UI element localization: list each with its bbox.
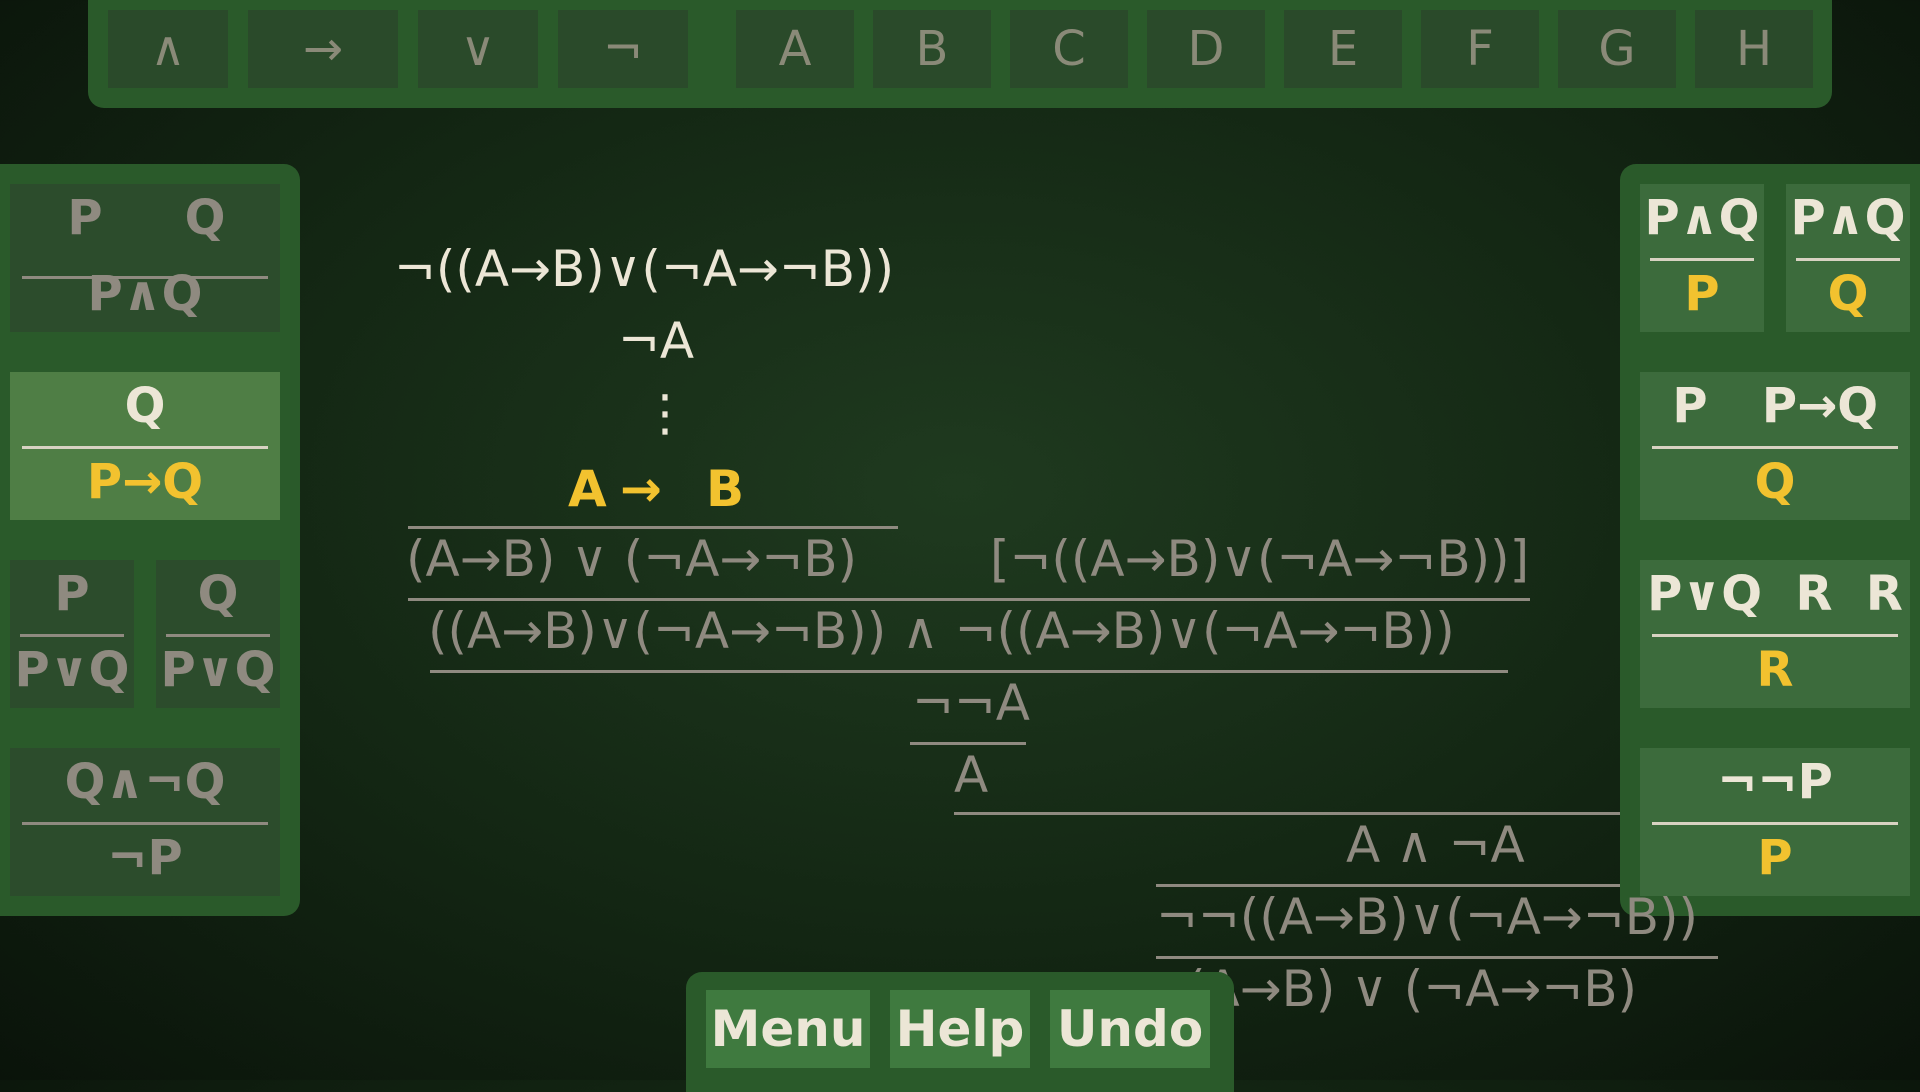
derived-a[interactable]: A (954, 746, 988, 804)
key-h[interactable]: H (1695, 10, 1813, 88)
rule-line (22, 446, 268, 449)
negated-assumption[interactable]: [¬((A→B)∨(¬A→¬B))] (990, 530, 1529, 588)
inference-line (910, 742, 1026, 745)
rule-line (1652, 822, 1898, 825)
symbol-bar: ∧ → ∨ ¬ A B C D E F G H (88, 0, 1832, 108)
rule-premise: P→Q (1761, 378, 1879, 434)
rule-line (22, 822, 268, 825)
rule-double-neg-elim[interactable]: ¬¬P P (1640, 748, 1910, 896)
key-g[interactable]: G (1558, 10, 1676, 88)
target-antecedent[interactable]: A (568, 460, 607, 518)
rule-or-intro-left[interactable]: P P∨Q (10, 560, 134, 708)
assumption[interactable]: ¬A (618, 312, 694, 370)
target-consequent[interactable]: B (706, 460, 744, 518)
rule-line (1796, 258, 1900, 261)
inference-line (408, 526, 898, 529)
rule-line (1652, 634, 1898, 637)
rule-conclusion: ¬P (107, 830, 183, 886)
rule-line (166, 634, 270, 637)
rule-conclusion: P∨Q (14, 642, 130, 698)
key-a[interactable]: A (736, 10, 854, 88)
rule-conclusion: P∨Q (160, 642, 276, 698)
rule-premise: P (54, 566, 90, 622)
rule-conclusion: Q (1827, 266, 1869, 322)
key-implies[interactable]: → (248, 10, 398, 88)
key-c[interactable]: C (1010, 10, 1128, 88)
final-disjunction[interactable]: (A→B) ∨ (¬A→¬B) (1186, 960, 1637, 1018)
inference-line (408, 598, 1530, 601)
rule-and-intro[interactable]: P Q P∧Q (10, 184, 280, 332)
rule-premise: ¬¬P (1717, 754, 1833, 810)
rule-implies-intro[interactable]: Q P→Q (10, 372, 280, 520)
subproof-dots: ⋮ (640, 384, 690, 442)
rule-conclusion: P (1684, 266, 1720, 322)
goal-formula[interactable]: ¬((A→B)∨(¬A→¬B)) (394, 240, 894, 298)
disjunction-formula[interactable]: (A→B) ∨ (¬A→¬B) (406, 530, 857, 588)
rule-line (1650, 258, 1754, 261)
rule-not-intro[interactable]: Q∧¬Q ¬P (10, 748, 280, 896)
rule-conclusion: Q (1754, 454, 1796, 510)
rule-conclusion: P→Q (86, 454, 204, 510)
help-button[interactable]: Help (890, 990, 1030, 1068)
rule-and-elim-left[interactable]: P∧Q P (1640, 184, 1764, 332)
rule-line (20, 634, 124, 637)
key-f[interactable]: F (1421, 10, 1539, 88)
double-negated-disjunction[interactable]: ¬¬((A→B)∨(¬A→¬B)) (1156, 888, 1698, 946)
inference-line (1156, 956, 1718, 959)
rule-conclusion: R (1756, 642, 1794, 698)
rule-premise: Q (184, 190, 226, 246)
key-not[interactable]: ¬ (558, 10, 688, 88)
elim-rules-panel: P∧Q P P∧Q Q P P→Q Q P∨Q R R R ¬¬P P (1620, 164, 1920, 916)
key-or[interactable]: ∨ (418, 10, 538, 88)
rule-conclusion: P∧Q (87, 266, 203, 322)
rule-premise: P∧Q (1644, 190, 1760, 246)
rule-premise: Q∧¬Q (64, 754, 226, 810)
rule-implies-elim[interactable]: P P→Q Q (1640, 372, 1910, 520)
rule-premise: Q (124, 378, 166, 434)
rule-premise: P∧Q (1790, 190, 1906, 246)
rule-line (1652, 446, 1898, 449)
inference-line (954, 812, 1620, 815)
key-b[interactable]: B (873, 10, 991, 88)
target-arrow: → (620, 460, 662, 518)
rule-conclusion: P (1757, 830, 1793, 886)
undo-button[interactable]: Undo (1050, 990, 1210, 1068)
menu-button[interactable]: Menu (706, 990, 870, 1068)
double-negation[interactable]: ¬¬A (912, 674, 1030, 732)
a-and-not-a[interactable]: A ∧ ¬A (1346, 816, 1525, 874)
rule-or-elim[interactable]: P∨Q R R R (1640, 560, 1910, 708)
rule-and-elim-right[interactable]: P∧Q Q (1786, 184, 1910, 332)
rule-premise: P (1672, 378, 1708, 434)
rule-or-intro-right[interactable]: Q P∨Q (156, 560, 280, 708)
inference-line (1156, 884, 1620, 887)
key-d[interactable]: D (1147, 10, 1265, 88)
contradiction-conjunction[interactable]: ((A→B)∨(¬A→¬B)) ∧ ¬((A→B)∨(¬A→¬B)) (428, 602, 1455, 660)
bottom-button-bar: Menu Help Undo (686, 972, 1234, 1092)
rule-premise: P (67, 190, 103, 246)
rule-premise: P∨Q R R (1647, 566, 1903, 622)
key-e[interactable]: E (1284, 10, 1402, 88)
inference-line (430, 670, 1508, 673)
intro-rules-panel: P Q P∧Q Q P→Q P P∨Q Q P∨Q Q∧¬Q ¬P (0, 164, 300, 916)
rule-premise: Q (197, 566, 239, 622)
key-and[interactable]: ∧ (108, 10, 228, 88)
